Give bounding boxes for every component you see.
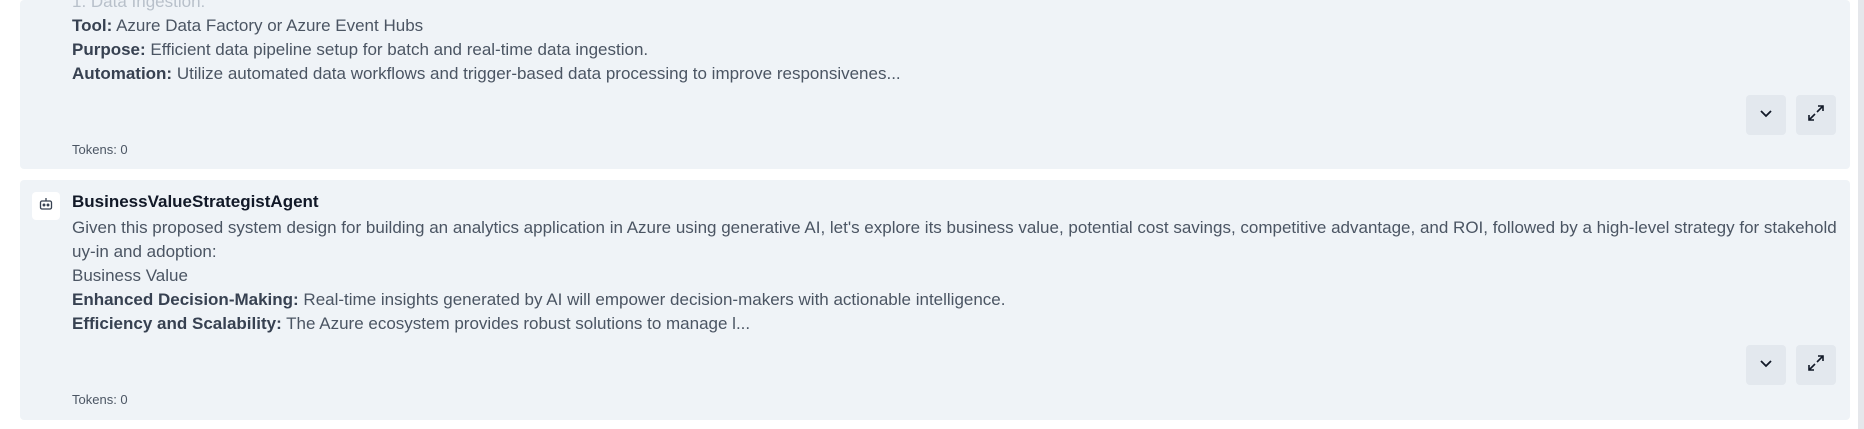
agent-message-card: BusinessValueStrategistAgent Given this … — [20, 180, 1850, 420]
faded-heading: 1. Data Ingestion: — [72, 0, 206, 11]
section-heading: Business Value — [72, 266, 188, 285]
token-count: Tokens: 0 — [72, 142, 128, 157]
chevron-down-icon — [1758, 355, 1774, 376]
message-body: Given this proposed system design for bu… — [72, 216, 1836, 336]
detail-line: Purpose: Efficient data pipeline setup f… — [72, 40, 649, 59]
message-card: 1. Data Ingestion: Tool: Azure Data Fact… — [20, 0, 1850, 169]
agent-name: BusinessValueStrategistAgent — [72, 192, 319, 211]
scrollbar[interactable] — [1858, 0, 1864, 429]
detail-line: Automation: Utilize automated data workf… — [72, 64, 901, 83]
intro-line: uy-in and adoption: — [72, 242, 217, 261]
expand-button[interactable] — [1796, 345, 1836, 385]
intro-line: Given this proposed system design for bu… — [72, 218, 1836, 237]
expand-button[interactable] — [1796, 95, 1836, 135]
detail-line: Tool: Azure Data Factory or Azure Event … — [72, 16, 424, 35]
bot-icon — [38, 196, 54, 217]
collapse-button[interactable] — [1746, 95, 1786, 135]
token-count: Tokens: 0 — [72, 392, 128, 407]
collapse-button[interactable] — [1746, 345, 1786, 385]
detail-line: Enhanced Decision-Making: Real-time insi… — [72, 290, 1006, 309]
avatar — [32, 192, 60, 220]
expand-icon — [1806, 103, 1826, 128]
expand-icon — [1806, 353, 1826, 378]
chevron-down-icon — [1758, 105, 1774, 126]
detail-line: Efficiency and Scalability: The Azure ec… — [72, 314, 751, 333]
